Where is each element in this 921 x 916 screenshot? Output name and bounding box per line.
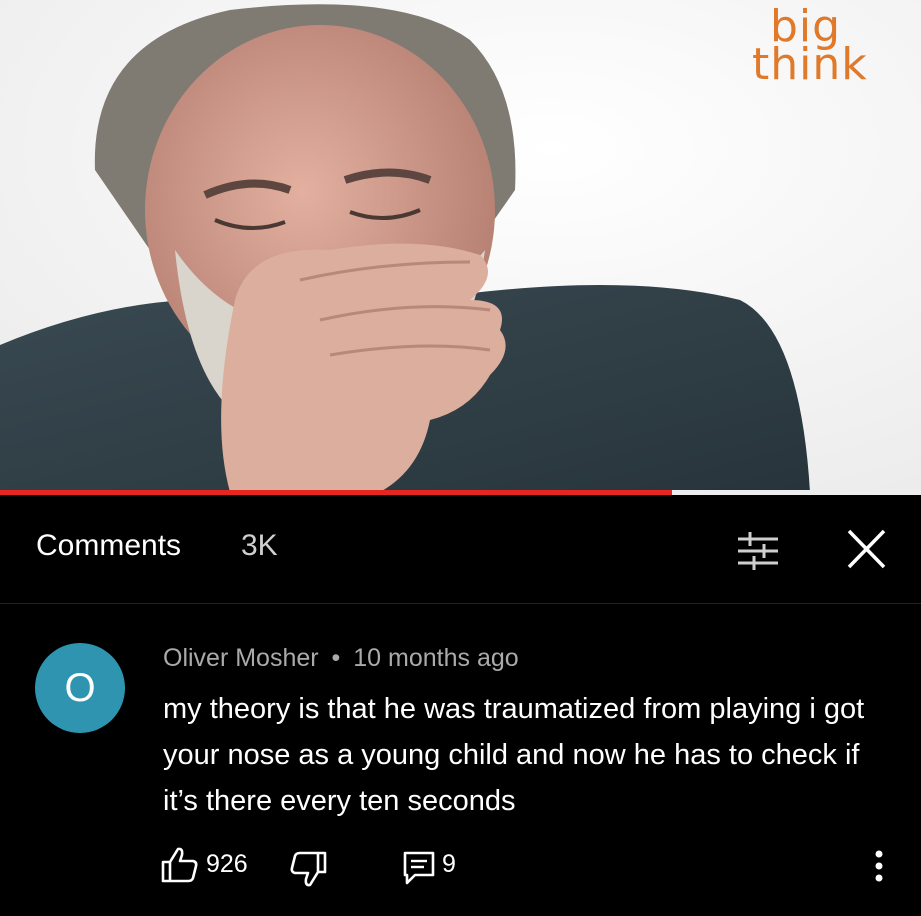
comment-text: my theory is that he was traumatized fro…	[163, 693, 865, 817]
comment-actions: 926 9	[0, 840, 921, 890]
comment-author[interactable]: Oliver Mosher	[163, 644, 319, 672]
like-count: 926	[206, 850, 248, 878]
sort-filter-button[interactable]	[734, 529, 782, 573]
thumbs-up-icon	[161, 847, 198, 883]
comments-header: Comments 3K	[0, 495, 921, 604]
more-options-button[interactable]	[866, 846, 892, 886]
comment-time: 10 months ago	[353, 644, 519, 672]
close-icon	[847, 529, 886, 569]
avatar[interactable]: O	[35, 643, 125, 733]
close-button[interactable]	[840, 525, 892, 573]
meta-separator: •	[331, 644, 341, 672]
comment-meta: Oliver Mosher • 10 months ago	[163, 644, 519, 673]
big-think-watermark: big think	[752, 5, 886, 90]
comments-count: 3K	[241, 529, 278, 562]
thumbs-down-icon	[290, 851, 327, 887]
watermark-line-2: think	[752, 39, 868, 90]
more-vert-icon	[875, 850, 883, 882]
video-player[interactable]: big think	[0, 0, 921, 492]
reply-icon	[403, 851, 435, 885]
comments-title: Comments	[36, 529, 182, 562]
reply-count: 9	[442, 850, 456, 878]
sort-filter-icon	[738, 532, 778, 570]
